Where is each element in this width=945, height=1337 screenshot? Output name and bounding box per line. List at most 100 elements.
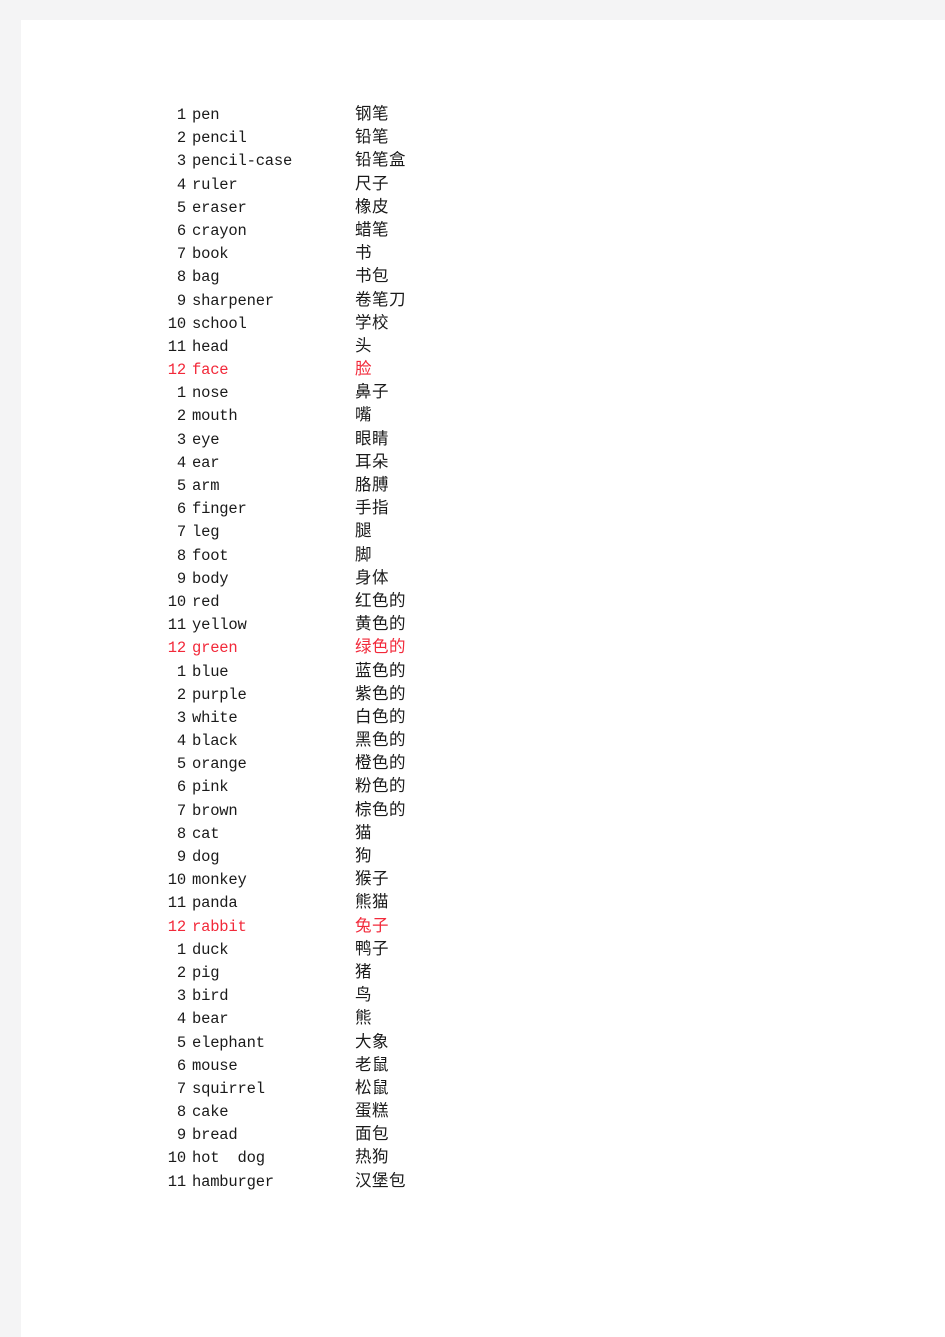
vocab-row-index: 9 (176, 569, 186, 588)
vocab-row-term: hamburger (192, 1172, 274, 1191)
vocab-row: 9 sharpener 卷笔刀 (162, 288, 582, 311)
vocab-row: 3 bird 鸟 (162, 983, 582, 1006)
vocab-row-index: 8 (176, 824, 186, 843)
vocabulary-list: 1 pen 钢笔 2 pencil 铅笔 3 pencil-case 铅笔盒 4 ruler 尺子 5 e… (162, 102, 582, 1192)
vocab-row-term: school (192, 314, 247, 333)
vocab-row: 5 elephant 大象 (162, 1030, 582, 1053)
vocab-row-term: cake (192, 1103, 229, 1122)
vocab-row-index: 2 (176, 129, 186, 148)
vocab-row-gloss: 蛋糕 (355, 1101, 389, 1121)
vocab-row-gloss: 耳朵 (355, 451, 389, 471)
vocab-row-gloss: 熊猫 (355, 892, 389, 912)
vocab-row: 10 monkey 猴子 (162, 867, 582, 890)
vocab-row-index: 7 (176, 1079, 186, 1098)
vocab-row-index: 12 (167, 917, 186, 936)
vocab-row-gloss: 狗 (355, 846, 372, 865)
vocab-row: 12 rabbit 兔子 (162, 914, 582, 937)
vocab-row-gloss: 卷笔刀 (355, 289, 406, 309)
vocab-row-gloss: 胳膊 (355, 475, 389, 494)
vocab-row: 2 pig 猪 (162, 960, 582, 983)
vocab-row-term: yellow (192, 616, 247, 635)
vocab-row: 10 school 学校 (162, 311, 582, 334)
vocab-row-gloss: 猪 (355, 961, 372, 981)
vocab-row: 10 hot dog 热狗 (162, 1145, 582, 1168)
vocab-row-gloss: 学校 (355, 312, 389, 332)
vocab-row-term: elephant (192, 1033, 265, 1052)
vocab-row-index: 1 (176, 662, 186, 681)
vocab-row-term: cat (192, 824, 220, 843)
vocab-row-gloss: 熊 (355, 1008, 372, 1028)
vocab-row-gloss: 铅笔盒 (355, 150, 406, 170)
vocab-row-index: 4 (176, 1010, 186, 1029)
vocab-row-term: panda (192, 894, 238, 913)
vocab-row: 12 green 绿色的 (162, 635, 582, 658)
vocab-row-term: purple (192, 685, 247, 704)
vocab-row-term: hot dog (192, 1149, 265, 1168)
vocab-row: 7 leg 腿 (162, 519, 582, 542)
vocab-row-gloss: 书 (355, 243, 372, 263)
vocab-row-term: bread (192, 1126, 238, 1145)
vocab-row-gloss: 红色的 (355, 590, 406, 610)
vocab-row: 3 pencil-case 铅笔盒 (162, 148, 582, 171)
vocab-row-index: 12 (167, 639, 186, 658)
vocab-row: 6 mouse 老鼠 (162, 1053, 582, 1076)
vocab-row-term: eraser (192, 198, 247, 217)
vocab-row-index: 12 (167, 361, 186, 380)
vocab-row: 11 hamburger 汉堡包 (162, 1169, 582, 1192)
vocab-row: 8 cat 猫 (162, 821, 582, 844)
page-sheet: 1 pen 钢笔 2 pencil 铅笔 3 pencil-case 铅笔盒 4 ruler 尺子 5 e… (21, 20, 945, 1337)
vocab-row-index: 11 (167, 337, 186, 356)
vocab-row: 1 pen 钢笔 (162, 102, 582, 125)
vocab-row-term: leg (192, 523, 220, 542)
vocab-row-gloss: 紫色的 (355, 683, 406, 703)
vocab-row-term: face (192, 361, 229, 380)
vocab-row-gloss: 嘴 (355, 405, 372, 425)
vocab-row: 4 ear 耳朵 (162, 450, 582, 473)
vocab-row: 8 bag 书包 (162, 264, 582, 287)
vocab-row-term: ear (192, 453, 220, 472)
vocab-row: 5 orange 橙色的 (162, 751, 582, 774)
scan-frame-left-band (0, 0, 21, 1337)
vocab-row-gloss: 蜡笔 (355, 219, 389, 239)
vocab-row: 10 red 红色的 (162, 589, 582, 612)
vocab-row-index: 1 (176, 106, 186, 124)
vocab-row-term: pencil-case (192, 152, 293, 171)
vocab-row-gloss: 手指 (355, 498, 389, 518)
vocab-row-term: pen (192, 106, 220, 124)
vocab-row-term: mouse (192, 1056, 238, 1075)
vocab-row-index: 7 (176, 523, 186, 542)
vocab-row: 3 eye 眼睛 (162, 427, 582, 450)
vocab-row-gloss: 钢笔 (355, 104, 389, 123)
vocab-row-term: bird (192, 987, 229, 1006)
vocab-row-gloss: 尺子 (355, 173, 389, 193)
vocab-row-gloss: 黄色的 (355, 614, 406, 634)
vocab-row-term: orange (192, 755, 247, 774)
vocab-row-index: 9 (176, 291, 186, 310)
vocab-row-index: 10 (167, 1149, 186, 1168)
vocab-row-gloss: 身体 (355, 567, 389, 587)
vocab-row-gloss: 铅笔 (355, 127, 389, 147)
vocab-row: 7 brown 棕色的 (162, 798, 582, 821)
vocab-row-gloss: 猫 (355, 822, 372, 842)
vocab-row-term: arm (192, 477, 220, 495)
vocab-row-term: dog (192, 848, 220, 866)
vocab-row-index: 6 (176, 500, 186, 519)
vocab-row-index: 4 (176, 732, 186, 751)
vocab-row: 1 duck 鸭子 (162, 937, 582, 960)
vocab-row-index: 1 (176, 384, 186, 403)
vocab-row: 2 pencil 铅笔 (162, 125, 582, 148)
vocab-row-index: 8 (176, 546, 186, 565)
vocab-row-index: 4 (176, 175, 186, 194)
vocab-row: 9 body 身体 (162, 566, 582, 589)
vocab-row-term: bear (192, 1010, 229, 1029)
vocab-row-term: foot (192, 546, 229, 565)
scan-frame: 1 pen 钢笔 2 pencil 铅笔 3 pencil-case 铅笔盒 4 ruler 尺子 5 e… (0, 0, 945, 1337)
vocab-row-term: eye (192, 430, 220, 449)
vocab-row-index: 5 (176, 477, 186, 495)
vocab-row: 6 pink 粉色的 (162, 774, 582, 797)
vocab-row: 9 bread 面包 (162, 1122, 582, 1145)
vocab-row: 2 purple 紫色的 (162, 682, 582, 705)
vocab-row-index: 10 (167, 592, 186, 611)
vocab-row: 7 book 书 (162, 241, 582, 264)
vocab-row-index: 11 (167, 1172, 186, 1191)
